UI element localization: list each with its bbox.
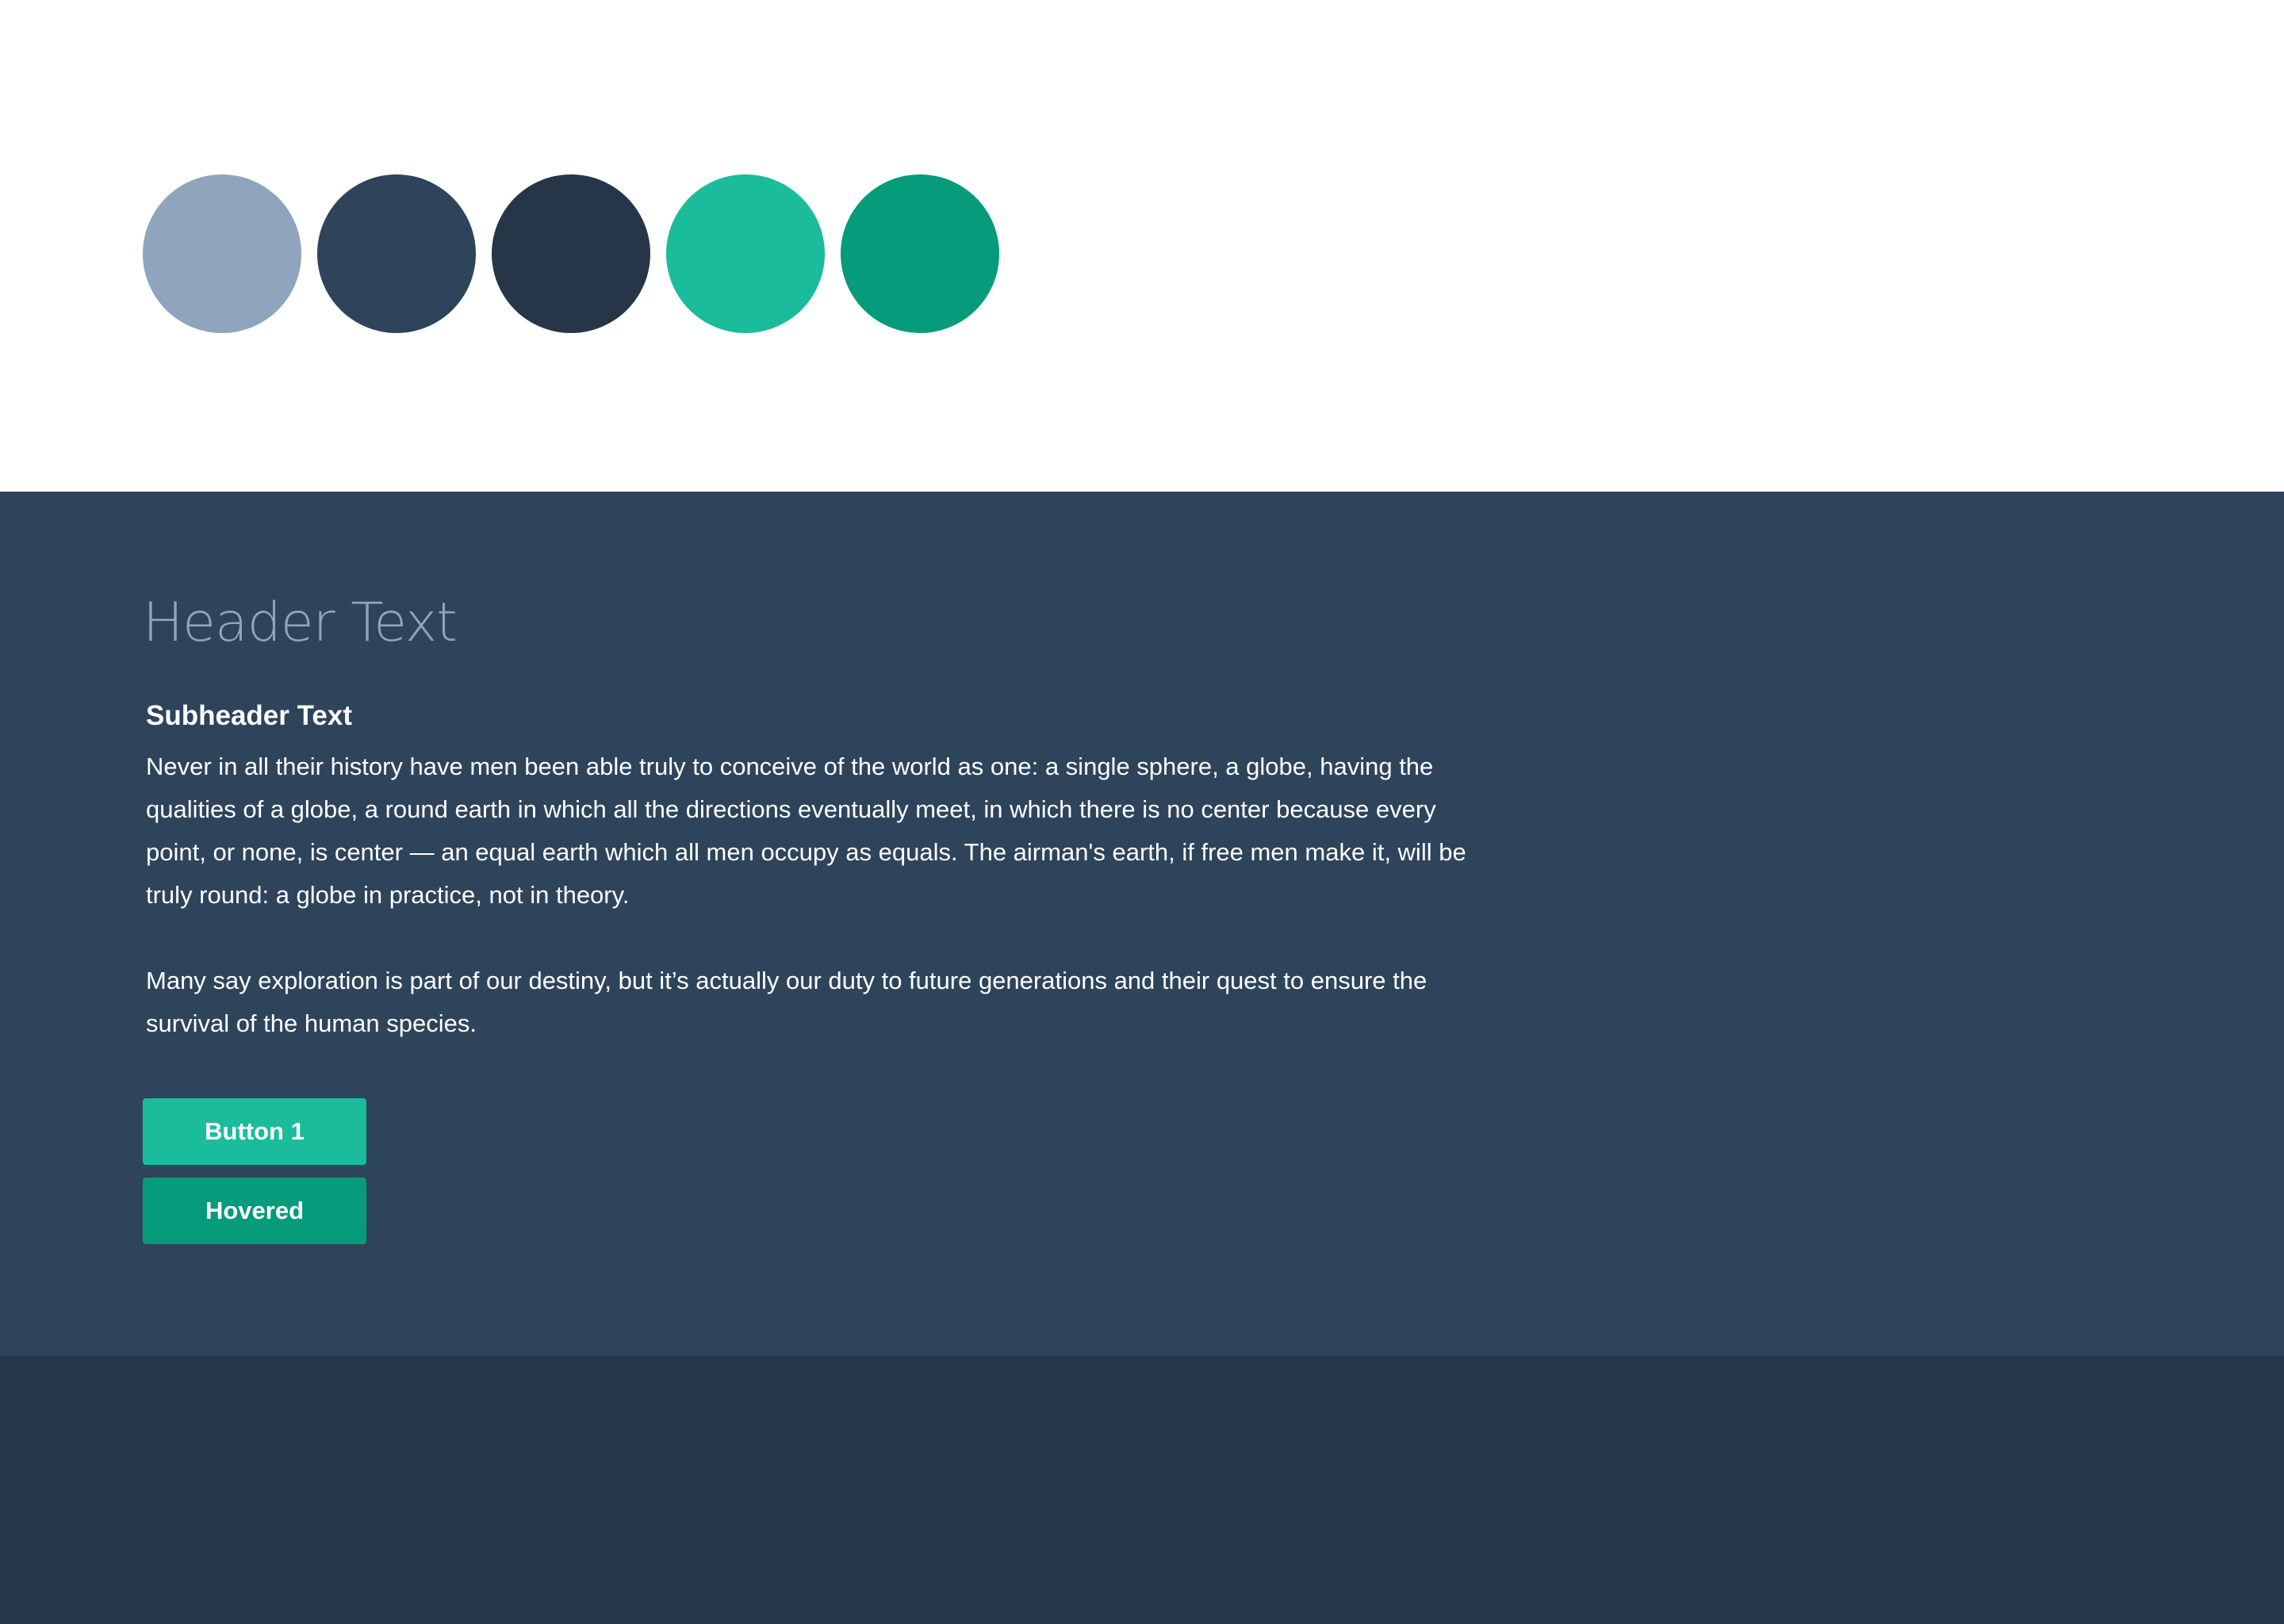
footer-section: [0, 1356, 2284, 1624]
body-paragraph-2: Many say exploration is part of our dest…: [146, 967, 1428, 1037]
swatch-navy: [317, 174, 476, 333]
body-paragraph-1: Never in all their history have men been…: [146, 753, 1466, 909]
swatch-dark-navy: [492, 174, 650, 333]
color-swatches: [143, 174, 999, 333]
swatch-dark-teal: [841, 174, 999, 333]
hovered-button[interactable]: Hovered: [143, 1178, 366, 1244]
header-text: Header Text: [143, 592, 458, 654]
swatch-light-slate: [143, 174, 301, 333]
color-palette-section: [0, 0, 2284, 492]
swatch-teal: [666, 174, 825, 333]
subheader-text: Subheader Text: [146, 700, 352, 731]
button-1[interactable]: Button 1: [143, 1098, 366, 1165]
content-section: Header Text Subheader Text Never in all …: [0, 492, 2284, 1356]
